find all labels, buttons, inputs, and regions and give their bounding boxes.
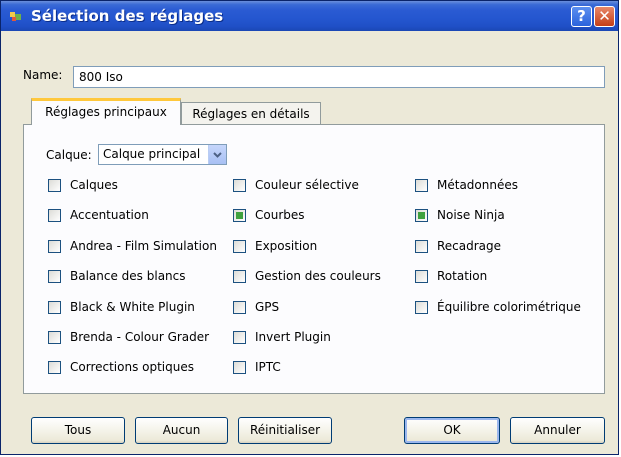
checkbox-label: Recadrage bbox=[437, 239, 502, 253]
checkbox[interactable] bbox=[233, 331, 246, 344]
checkbox[interactable] bbox=[415, 209, 428, 222]
checkbox-label: Noise Ninja bbox=[437, 208, 505, 222]
checkbox-label: Balance des blancs bbox=[70, 269, 186, 283]
title-bar[interactable]: Sélection des réglages ? ✕ bbox=[1, 1, 618, 31]
checkbox[interactable] bbox=[415, 270, 428, 283]
tab-main-settings[interactable]: Réglages principaux bbox=[31, 98, 181, 125]
tab-detail-settings[interactable]: Réglages en détails bbox=[181, 102, 321, 126]
checkbox-label: Exposition bbox=[255, 239, 318, 253]
checkbox[interactable] bbox=[415, 240, 428, 253]
checkbox[interactable] bbox=[233, 179, 246, 192]
close-button[interactable]: ✕ bbox=[594, 6, 615, 27]
checkbox-label: Équilibre colorimétrique bbox=[437, 300, 581, 314]
checkbox[interactable] bbox=[233, 270, 246, 283]
checkbox-label: Accentuation bbox=[70, 208, 149, 222]
checkbox[interactable] bbox=[48, 301, 61, 314]
name-label: Name: bbox=[23, 68, 63, 82]
checkbox-label: Couleur sélective bbox=[255, 178, 359, 192]
help-button[interactable]: ? bbox=[571, 6, 592, 27]
name-input[interactable]: 800 Iso bbox=[73, 66, 605, 88]
checkbox[interactable] bbox=[233, 301, 246, 314]
select-all-button[interactable]: Tous bbox=[31, 417, 125, 444]
checkbox[interactable] bbox=[48, 179, 61, 192]
checkbox-label: Invert Plugin bbox=[255, 330, 331, 344]
checkbox-label: Gestion des couleurs bbox=[255, 269, 381, 283]
cancel-button[interactable]: Annuler bbox=[510, 417, 605, 444]
checkbox-label: IPTC bbox=[255, 360, 281, 374]
checkbox[interactable] bbox=[233, 240, 246, 253]
checkbox[interactable] bbox=[48, 331, 61, 344]
checkbox-label: Calques bbox=[70, 178, 118, 192]
ok-button[interactable]: OK bbox=[404, 417, 500, 444]
checkbox[interactable] bbox=[415, 179, 428, 192]
calque-label: Calque: bbox=[46, 148, 92, 162]
settings-panel: Calque: Calque principal Calques Accentua… bbox=[23, 124, 605, 394]
checkbox-label: Courbes bbox=[255, 208, 305, 222]
checkbox[interactable] bbox=[48, 209, 61, 222]
checkbox-label: Rotation bbox=[437, 269, 488, 283]
chevron-down-icon[interactable] bbox=[208, 145, 226, 164]
window-title: Sélection des réglages bbox=[31, 7, 224, 25]
calque-select[interactable]: Calque principal bbox=[98, 144, 227, 165]
checkbox-label: Black & White Plugin bbox=[70, 300, 195, 314]
checkbox-label: Corrections optiques bbox=[70, 360, 195, 374]
checkbox-label: Métadonnées bbox=[437, 178, 518, 192]
select-none-button[interactable]: Aucun bbox=[135, 417, 228, 444]
checkbox[interactable] bbox=[48, 240, 61, 253]
reset-button[interactable]: Réinitialiser bbox=[238, 417, 332, 444]
settings-dialog: Sélection des réglages ? ✕ Name: 800 Iso… bbox=[0, 0, 619, 455]
checkbox[interactable] bbox=[48, 361, 61, 374]
calque-selected-value: Calque principal bbox=[103, 147, 201, 161]
checkbox[interactable] bbox=[415, 301, 428, 314]
checkbox[interactable] bbox=[233, 361, 246, 374]
checkbox[interactable] bbox=[48, 270, 61, 283]
app-icon bbox=[10, 12, 21, 21]
checkbox[interactable] bbox=[233, 209, 246, 222]
checkbox-label: GPS bbox=[255, 300, 280, 314]
checkbox-label: Andrea - Film Simulation bbox=[70, 239, 217, 253]
checkbox-label: Brenda - Colour Grader bbox=[70, 330, 210, 344]
